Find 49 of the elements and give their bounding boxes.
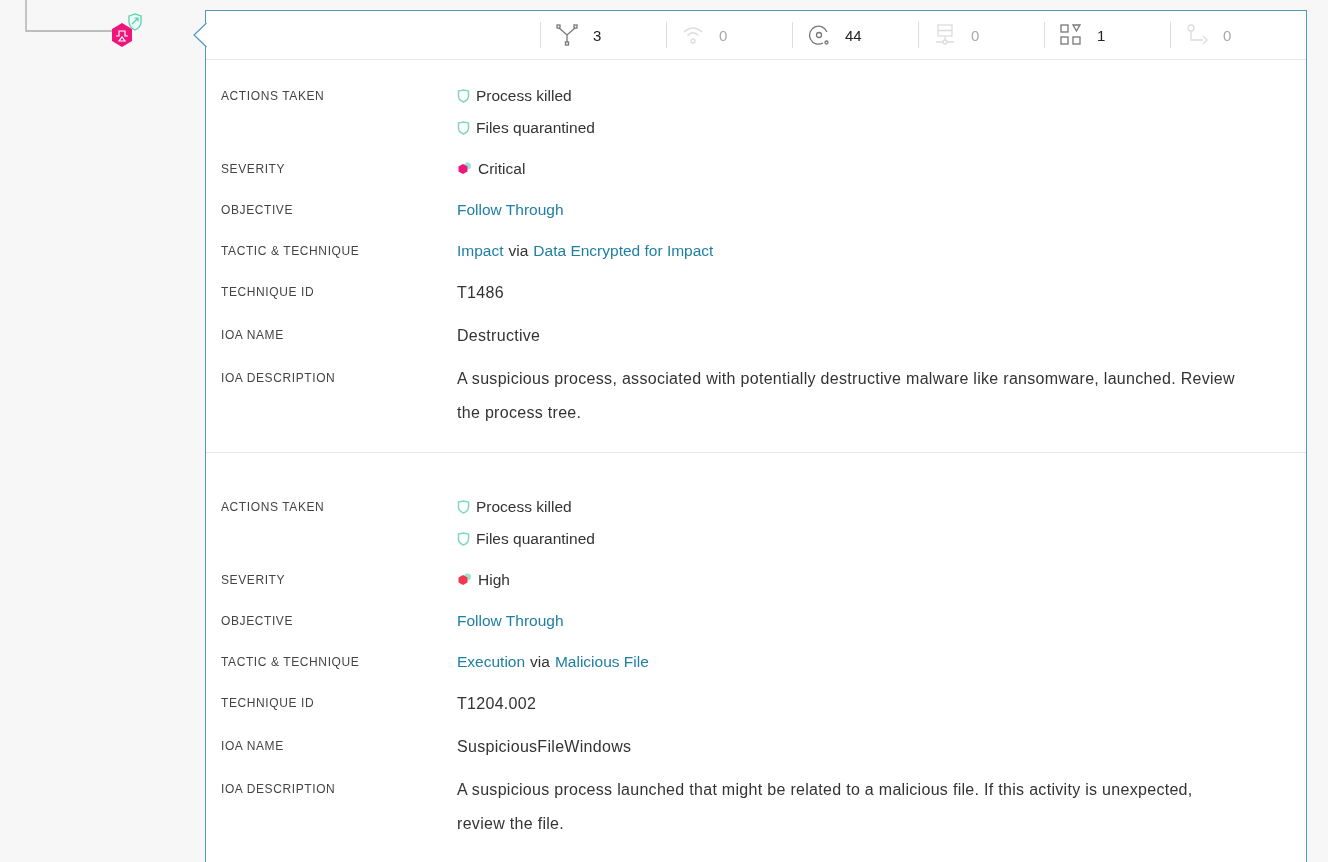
via-text: via: [508, 241, 529, 261]
server-icon: [933, 23, 957, 47]
action-text: Files quarantined: [476, 529, 595, 549]
stat-count: 0: [1223, 26, 1232, 44]
shield-icon: [457, 89, 470, 103]
field-label: ACTIONS TAKEN: [221, 88, 326, 105]
stat-count: 3: [593, 26, 602, 44]
disk-icon: [807, 23, 831, 47]
field-label: SEVERITY: [221, 572, 287, 589]
objective-link[interactable]: Follow Through: [457, 194, 564, 226]
via-text: via: [530, 652, 550, 672]
field-value: SuspiciousFileWindows: [457, 737, 633, 757]
field-label: OBJECTIVE: [221, 613, 295, 630]
branch-icon: [555, 23, 579, 47]
shield-icon: [457, 532, 470, 546]
tactic-link[interactable]: Impact: [457, 235, 504, 267]
field-value: A suspicious process launched that might be related to a malicious file. If this activity is unexpected, review the file.: [457, 780, 1194, 834]
stat-count: 1: [1097, 26, 1106, 44]
shield-icon: [457, 500, 470, 514]
action-text: Process killed: [476, 497, 572, 517]
field-label: IOA NAME: [221, 738, 285, 755]
field-label: TECHNIQUE ID: [221, 284, 316, 301]
field-label: ACTIONS TAKEN: [221, 499, 326, 516]
field-label: SEVERITY: [221, 161, 287, 178]
action-text: Process killed: [476, 86, 572, 106]
technique-link[interactable]: Malicious File: [554, 646, 649, 678]
shield-icon: [457, 121, 470, 135]
field-label: IOA NAME: [221, 327, 285, 344]
stat-count: 44: [845, 26, 862, 44]
field-value: Destructive: [457, 326, 542, 346]
field-label: IOA DESCRIPTION: [221, 781, 337, 798]
technique-link[interactable]: Data Encrypted for Impact: [533, 235, 714, 267]
field-value: T1486: [457, 283, 505, 303]
field-label: OBJECTIVE: [221, 202, 295, 219]
stat-count: 0: [971, 26, 980, 44]
flow-icon: [1185, 23, 1209, 47]
objective-link[interactable]: Follow Through: [457, 605, 564, 637]
grid-icon: [1059, 23, 1083, 47]
field-value: T1204.002: [457, 694, 538, 714]
field-label: IOA DESCRIPTION: [221, 370, 337, 387]
severity-text: Critical: [478, 159, 526, 179]
severity-text: High: [478, 570, 510, 590]
field-label: TACTIC & TECHNIQUE: [221, 243, 361, 260]
field-label: TECHNIQUE ID: [221, 695, 316, 712]
action-text: Files quarantined: [476, 118, 595, 138]
tactic-link[interactable]: Execution: [457, 646, 526, 678]
stat-count: 0: [719, 26, 728, 44]
field-label: TACTIC & TECHNIQUE: [221, 654, 361, 671]
field-value: A suspicious process, associated with potentially destructive malware like ransomware, launched. Review the process tree.: [457, 369, 1236, 423]
